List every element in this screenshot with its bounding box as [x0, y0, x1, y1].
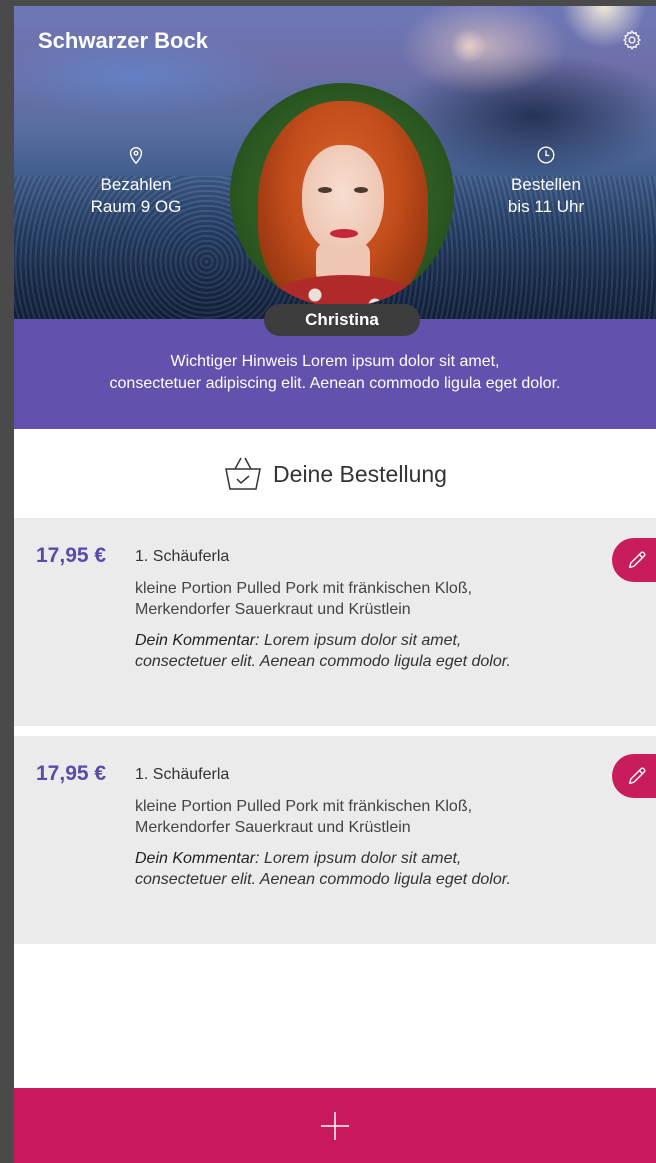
description-line-1: kleine Portion Pulled Pork mit fränkisch… [135, 580, 473, 597]
pencil-icon [628, 551, 646, 569]
order-comment: Dein Kommentar: Lorem ipsum dolor sit am… [135, 848, 555, 890]
description-line-2: Merkendorfer Sauerkraut und Krüstlein [135, 601, 411, 618]
order-item-description: kleine Portion Pulled Pork mit fränkisch… [135, 578, 555, 620]
order-label: Bestellen [511, 175, 581, 194]
order-item: 17,95 € 1. Schäuferla kleine Portion Pul… [14, 518, 656, 726]
order-item-description: kleine Portion Pulled Pork mit fränkisch… [135, 796, 555, 838]
pencil-icon [628, 767, 646, 785]
order-section-header: Deine Bestellung [14, 429, 656, 519]
payment-location: Raum 9 OG [90, 197, 182, 216]
order-deadline-info: Bestellen bis 11 Uhr [476, 144, 616, 218]
app-title: Schwarzer Bock [38, 28, 208, 53]
order-price: 17,95 € [36, 544, 107, 567]
basket-icon [225, 457, 261, 490]
order-deadline: bis 11 Uhr [507, 197, 585, 216]
user-name-badge: Christina [264, 304, 420, 336]
comment-label: Dein Kommentar: [135, 850, 260, 867]
order-item-name: 1. Schäuferla [135, 548, 230, 565]
order-item: 17,95 € 1. Schäuferla kleine Portion Pul… [14, 736, 656, 944]
description-line-1: kleine Portion Pulled Pork mit fränkisch… [135, 798, 473, 815]
comment-label: Dein Kommentar: [135, 632, 260, 649]
order-comment: Dein Kommentar: Lorem ipsum dolor sit am… [135, 630, 555, 672]
order-item-name: 1. Schäuferla [135, 766, 230, 783]
section-title: Deine Bestellung [273, 460, 447, 487]
location-pin-icon [129, 147, 143, 165]
payment-location-info: Bezahlen Raum 9 OG [66, 144, 206, 218]
edit-order-button[interactable] [612, 538, 656, 582]
notice-line-1: Wichtiger Hinweis Lorem ipsum dolor sit … [170, 353, 500, 370]
gear-icon [623, 30, 641, 50]
app-window: Schwarzer Bock Bezahlen Raum 9 OG Bestel… [14, 6, 656, 1163]
notice-line-2: consectetuer adipiscing elit. Aenean com… [109, 375, 561, 392]
order-price: 17,95 € [36, 762, 107, 785]
edit-order-button[interactable] [612, 754, 656, 798]
clock-icon [537, 146, 555, 164]
user-avatar[interactable] [230, 83, 454, 307]
description-line-2: Merkendorfer Sauerkraut und Krüstlein [135, 819, 411, 836]
payment-label: Bezahlen [100, 175, 172, 194]
plus-icon [321, 1111, 349, 1140]
settings-button[interactable] [620, 28, 644, 52]
add-order-button[interactable] [14, 1088, 656, 1163]
